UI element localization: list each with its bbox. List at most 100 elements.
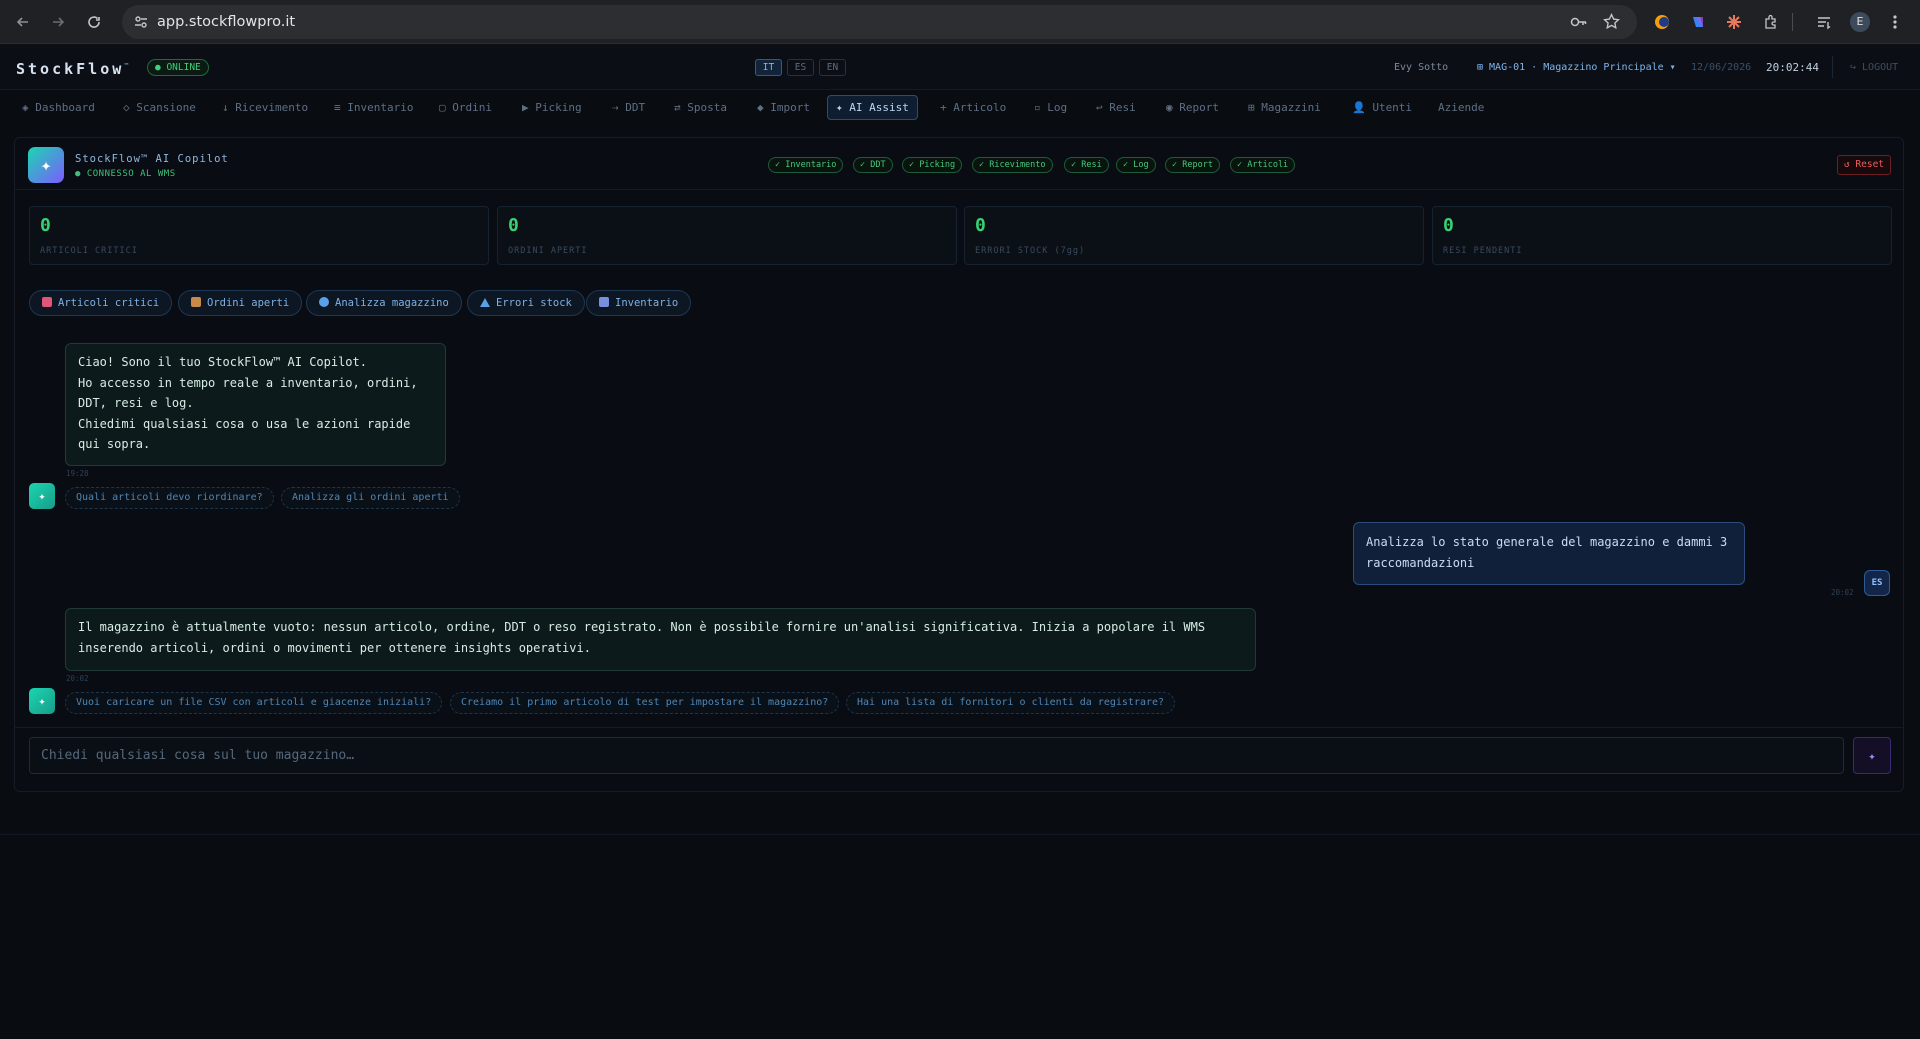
module-chip-ddt: ✓ DDT (853, 157, 893, 173)
current-date: 12/06/2026 (1691, 62, 1752, 73)
message-timestamp: 20:02 (66, 674, 89, 683)
quick-action-label: Analizza magazzino (335, 297, 449, 309)
module-chip-picking: ✓ Picking (902, 157, 963, 173)
lang-es[interactable]: ES (787, 59, 814, 76)
chat-input-area: ✦ (15, 727, 1903, 791)
tab-aziende[interactable]: Aziende (1430, 95, 1492, 120)
tab-ai-assist[interactable]: ✦ AI Assist (827, 95, 918, 120)
clipboard-icon (599, 297, 609, 307)
suggestion-chip[interactable]: Vuoi caricare un file CSV con articoli e… (65, 692, 443, 714)
tab-log[interactable]: ▫ Log (1026, 95, 1075, 120)
quick-action-analizza-magazzino[interactable]: Analizza magazzino (306, 290, 462, 316)
quick-action-label: Articoli critici (58, 297, 160, 309)
warehouse-selector[interactable]: ⊞ MAG-01 · Magazzino Principale ▾ (1477, 62, 1676, 73)
page-divider (0, 834, 1920, 835)
brand-name: StockFlow (16, 60, 125, 78)
tab-articolo[interactable]: + Articolo (932, 95, 1014, 120)
copilot-connection-status: ● CONNESSO AL WMS (75, 169, 176, 179)
brand-logo[interactable]: StockFlow™ (16, 60, 132, 78)
copilot-title: StockFlow™ AI Copilot (75, 153, 229, 165)
ai-copilot-panel: ✦ StockFlow™ AI Copilot ● CONNESSO AL WM… (14, 137, 1904, 792)
sparkle-send-icon: ✦ (1868, 748, 1876, 763)
tab-ricevimento[interactable]: ↓ Ricevimento (214, 95, 316, 120)
user-avatar: ES (1864, 570, 1890, 596)
lang-en[interactable]: EN (819, 59, 846, 76)
assistant-message: Il magazzino è attualmente vuoto: nessun… (65, 608, 1256, 671)
stat-value: 0 (508, 215, 519, 236)
quick-action-label: Inventario (615, 297, 679, 309)
module-chip-report: ✓ Report (1165, 157, 1220, 173)
quick-action-articoli-critici[interactable]: Articoli critici (29, 290, 173, 316)
extension-orange-icon[interactable] (1651, 11, 1673, 33)
back-icon[interactable] (12, 11, 34, 33)
assistant-avatar-icon: ✦ (29, 483, 55, 509)
lang-it[interactable]: IT (755, 59, 782, 76)
tab-ordini[interactable]: ▢ Ordini (431, 95, 500, 120)
tab-magazzini[interactable]: ⊞ Magazzini (1240, 95, 1329, 120)
reload-icon[interactable] (83, 11, 105, 33)
forward-icon[interactable] (47, 11, 69, 33)
stat-label: ORDINI APERTI (508, 246, 588, 256)
tab-resi[interactable]: ↩ Resi (1088, 95, 1144, 120)
stat-card-resi-pendenti: 0 RESI PENDENTI (1432, 206, 1892, 265)
address-bar[interactable]: app.stockflowpro.it (122, 5, 1637, 39)
suggestion-chip[interactable]: Hai una lista di fornitori o clienti da … (846, 692, 1176, 714)
message-timestamp: 19:28 (66, 469, 89, 478)
url-text[interactable]: app.stockflowpro.it (157, 5, 295, 39)
stat-label: ARTICOLI CRITICI (40, 246, 138, 256)
bookmark-star-icon[interactable] (1603, 13, 1620, 30)
stat-value: 0 (1443, 215, 1454, 236)
reading-list-icon[interactable] (1813, 11, 1835, 33)
copilot-header: ✦ StockFlow™ AI Copilot ● CONNESSO AL WM… (15, 138, 1903, 190)
chart-icon (42, 297, 52, 307)
quick-action-errori-stock[interactable]: Errori stock (467, 290, 585, 316)
tab-utenti[interactable]: 👤 Utenti (1344, 95, 1420, 120)
stat-value: 0 (975, 215, 986, 236)
reset-button[interactable]: ↺ Reset (1837, 155, 1891, 175)
stat-card-errori-stock: 0 ERRORI STOCK (7gg) (964, 206, 1424, 265)
assistant-message: Ciao! Sono il tuo StockFlow™ AI Copilot.… (65, 343, 446, 466)
tab-import[interactable]: ◆ Import (749, 95, 818, 120)
warning-icon (480, 298, 490, 307)
quick-action-label: Ordini aperti (207, 297, 290, 309)
module-chip-articoli: ✓ Articoli (1230, 157, 1296, 173)
extension-asterisk-icon[interactable] (1723, 11, 1745, 33)
online-status-badge: ● ONLINE (147, 59, 209, 76)
stat-card-ordini-aperti: 0 ORDINI APERTI (497, 206, 957, 265)
profile-avatar[interactable]: E (1849, 11, 1871, 33)
message-timestamp: 20:02 (1831, 588, 1854, 597)
password-key-icon[interactable] (1570, 14, 1588, 30)
tab-ddt[interactable]: ⇢ DDT (604, 95, 653, 120)
suggestion-chip[interactable]: Quali articoli devo riordinare? (65, 487, 274, 509)
module-chip-inventario: ✓ Inventario (768, 157, 844, 173)
stat-value: 0 (40, 215, 51, 236)
tab-report[interactable]: ◉ Report (1158, 95, 1227, 120)
suggestion-chip[interactable]: Creiamo il primo articolo di test per im… (450, 692, 840, 714)
stat-label: RESI PENDENTI (1443, 246, 1523, 256)
user-message: Analizza lo stato generale del magazzino… (1353, 522, 1745, 585)
extension-copilot-icon[interactable] (1687, 11, 1709, 33)
stat-card-articoli-critici: 0 ARTICOLI CRITICI (29, 206, 489, 265)
quick-action-inventario[interactable]: Inventario (586, 290, 692, 316)
tab-dashboard[interactable]: ◈ Dashboard (14, 95, 103, 120)
extensions-puzzle-icon[interactable] (1760, 11, 1782, 33)
send-button[interactable]: ✦ (1853, 737, 1891, 774)
tab-sposta[interactable]: ⇄ Sposta (666, 95, 735, 120)
app-header: StockFlow™ ● ONLINE IT ES EN Evy Sotto ⊞… (0, 44, 1920, 90)
tab-picking[interactable]: ▶ Picking (514, 95, 590, 120)
magnifier-icon (319, 297, 329, 307)
brand-trademark: ™ (124, 62, 132, 70)
copilot-sparkle-icon: ✦ (28, 147, 64, 183)
logout-button[interactable]: ↪ LOGOUT (1850, 62, 1898, 73)
chat-input[interactable] (29, 737, 1844, 774)
current-time: 20:02:44 (1766, 61, 1819, 74)
tab-scansione[interactable]: ◇ Scansione (115, 95, 204, 120)
tab-inventario[interactable]: ≡ Inventario (326, 95, 421, 120)
header-divider (1832, 56, 1833, 78)
assistant-avatar-icon: ✦ (29, 688, 55, 714)
suggestion-chip[interactable]: Analizza gli ordini aperti (281, 487, 460, 509)
site-info-icon[interactable] (133, 14, 149, 30)
browser-menu-icon[interactable] (1884, 11, 1906, 33)
quick-action-ordini-aperti[interactable]: Ordini aperti (178, 290, 303, 316)
quick-action-label: Errori stock (496, 297, 572, 309)
